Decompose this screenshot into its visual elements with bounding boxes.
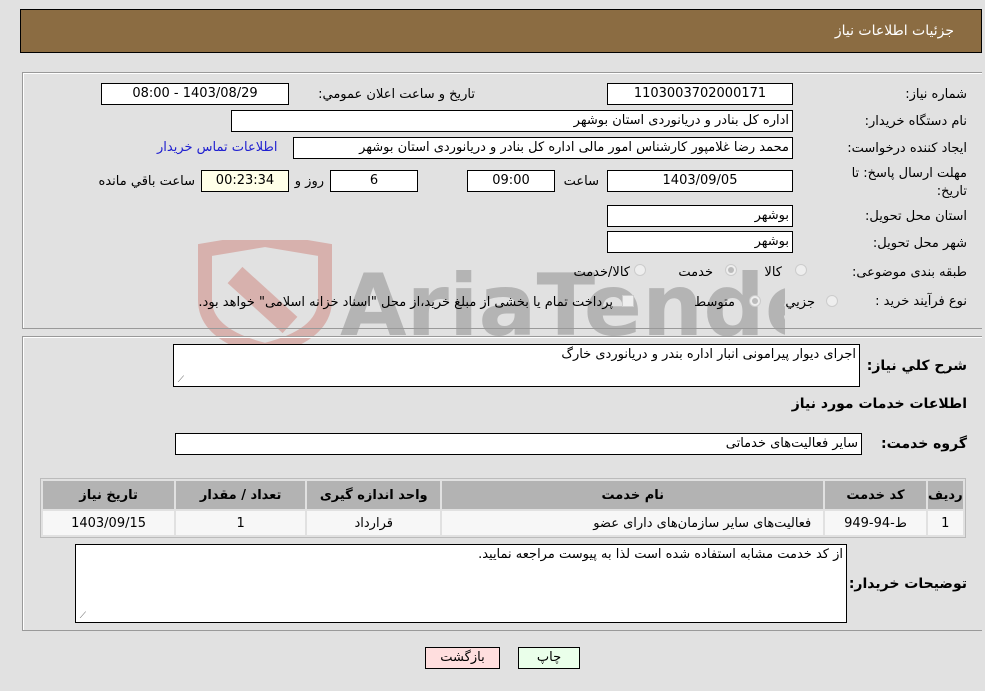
- need-number-field: 1103003702000171: [607, 83, 793, 105]
- purchase-type-option-medium: متوسط: [694, 295, 735, 310]
- treasury-checkbox[interactable]: [622, 295, 634, 307]
- cell-service-code: ط-94-949: [825, 511, 926, 535]
- remaining-time-field: 00:23:34: [201, 170, 289, 192]
- deadline-time-label: ساعت: [563, 174, 599, 189]
- page-title: جزئیات اطلاعات نیاز: [834, 23, 954, 39]
- purchase-type-radio-minor[interactable]: [826, 295, 838, 307]
- service-group-field: سایر فعالیت‌های خدماتی: [175, 433, 862, 455]
- cell-service-name: فعالیت‌های سایر سازمان‌های دارای عضو: [442, 511, 824, 535]
- delivery-province-field: بوشهر: [607, 205, 793, 227]
- category-label: طبقه بندی موضوعی:: [851, 265, 967, 280]
- description-label: شرح کلي نیاز:: [866, 358, 967, 374]
- buyer-notes-textarea[interactable]: از کد خدمت مشابه استفاده شده است لذا به …: [75, 544, 847, 623]
- cell-unit: قرارداد: [307, 511, 441, 535]
- remaining-time-label: ساعت باقي مانده: [98, 174, 195, 189]
- back-button[interactable]: بازگشت: [425, 647, 500, 669]
- category-option-service: خدمت: [678, 265, 713, 280]
- deadline-label-line1: مهلت ارسال پاسخ: تا: [851, 166, 967, 181]
- announce-datetime-field: 1403/08/29 - 08:00: [101, 83, 289, 105]
- table-header-row: ردیف کد خدمت نام خدمت واحد اندازه گیری ت…: [43, 481, 963, 509]
- deadline-time-field: 09:00: [467, 170, 555, 192]
- delivery-city-field: بوشهر: [607, 231, 793, 253]
- buyer-org-field: اداره کل بنادر و دریانوردی استان بوشهر: [231, 110, 793, 132]
- purchase-type-option-minor: جزيي: [785, 295, 815, 310]
- services-table: ردیف کد خدمت نام خدمت واحد اندازه گیری ت…: [40, 478, 966, 538]
- services-section-title: اطلاعات خدمات مورد نیاز: [791, 396, 967, 412]
- deadline-label-line2: تاریخ:: [936, 184, 967, 199]
- announce-datetime-label: تاریخ و ساعت اعلان عمومي:: [318, 87, 475, 102]
- need-number-label: شماره نیاز:: [905, 87, 967, 102]
- category-radio-service[interactable]: [725, 264, 737, 276]
- deadline-date-field: 1403/09/05: [607, 170, 793, 192]
- buyer-notes-label: توضیحات خریدار:: [848, 576, 967, 592]
- buyer-notes-text: از کد خدمت مشابه استفاده شده است لذا به …: [478, 547, 843, 562]
- print-button[interactable]: چاپ: [518, 647, 580, 669]
- delivery-city-label: شهر محل تحویل:: [872, 236, 967, 251]
- category-radio-goods-service[interactable]: [634, 264, 646, 276]
- category-radio-goods[interactable]: [795, 264, 807, 276]
- col-header-quantity: تعداد / مقدار: [176, 481, 306, 509]
- col-header-unit: واحد اندازه گیری: [307, 481, 441, 509]
- buyer-org-label: نام دستگاه خریدار:: [864, 114, 967, 129]
- description-text: اجرای دیوار پیرامونی انبار اداره بندر و …: [561, 347, 856, 362]
- cell-row-number: 1: [927, 511, 963, 535]
- resize-grip-icon[interactable]: ⟋: [78, 612, 86, 621]
- remaining-days-field: 6: [330, 170, 418, 192]
- category-option-goods-service: کالا/خدمت: [573, 265, 630, 280]
- requester-label: ایجاد کننده درخواست:: [847, 141, 967, 156]
- days-label: روز و: [294, 174, 324, 189]
- col-header-service-code: کد خدمت: [825, 481, 926, 509]
- delivery-province-label: استان محل تحویل:: [865, 209, 967, 224]
- category-option-goods: کالا: [764, 265, 782, 280]
- page-header: جزئیات اطلاعات نیاز: [20, 9, 982, 53]
- cell-quantity: 1: [176, 511, 306, 535]
- requester-field: محمد رضا غلامپور کارشناس امور مالی اداره…: [293, 137, 793, 159]
- purchase-type-label: نوع فرآیند خرید :: [875, 294, 967, 309]
- description-textarea[interactable]: اجرای دیوار پیرامونی انبار اداره بندر و …: [173, 344, 860, 387]
- col-header-row-number: ردیف: [927, 481, 963, 509]
- col-header-service-name: نام خدمت: [442, 481, 824, 509]
- resize-grip-icon[interactable]: ⟋: [176, 376, 184, 385]
- treasury-note: پرداخت تمام یا بخشی از مبلغ خرید،از محل …: [198, 295, 613, 310]
- buyer-contact-link[interactable]: اطلاعات تماس خریدار: [157, 140, 277, 155]
- col-header-need-date: تاریخ نیاز: [43, 481, 175, 509]
- service-group-label: گروه خدمت:: [881, 436, 967, 452]
- table-row: 1 ط-94-949 فعالیت‌های سایر سازمان‌های دا…: [43, 511, 963, 535]
- purchase-type-radio-medium[interactable]: [749, 295, 761, 307]
- cell-need-date: 1403/09/15: [43, 511, 175, 535]
